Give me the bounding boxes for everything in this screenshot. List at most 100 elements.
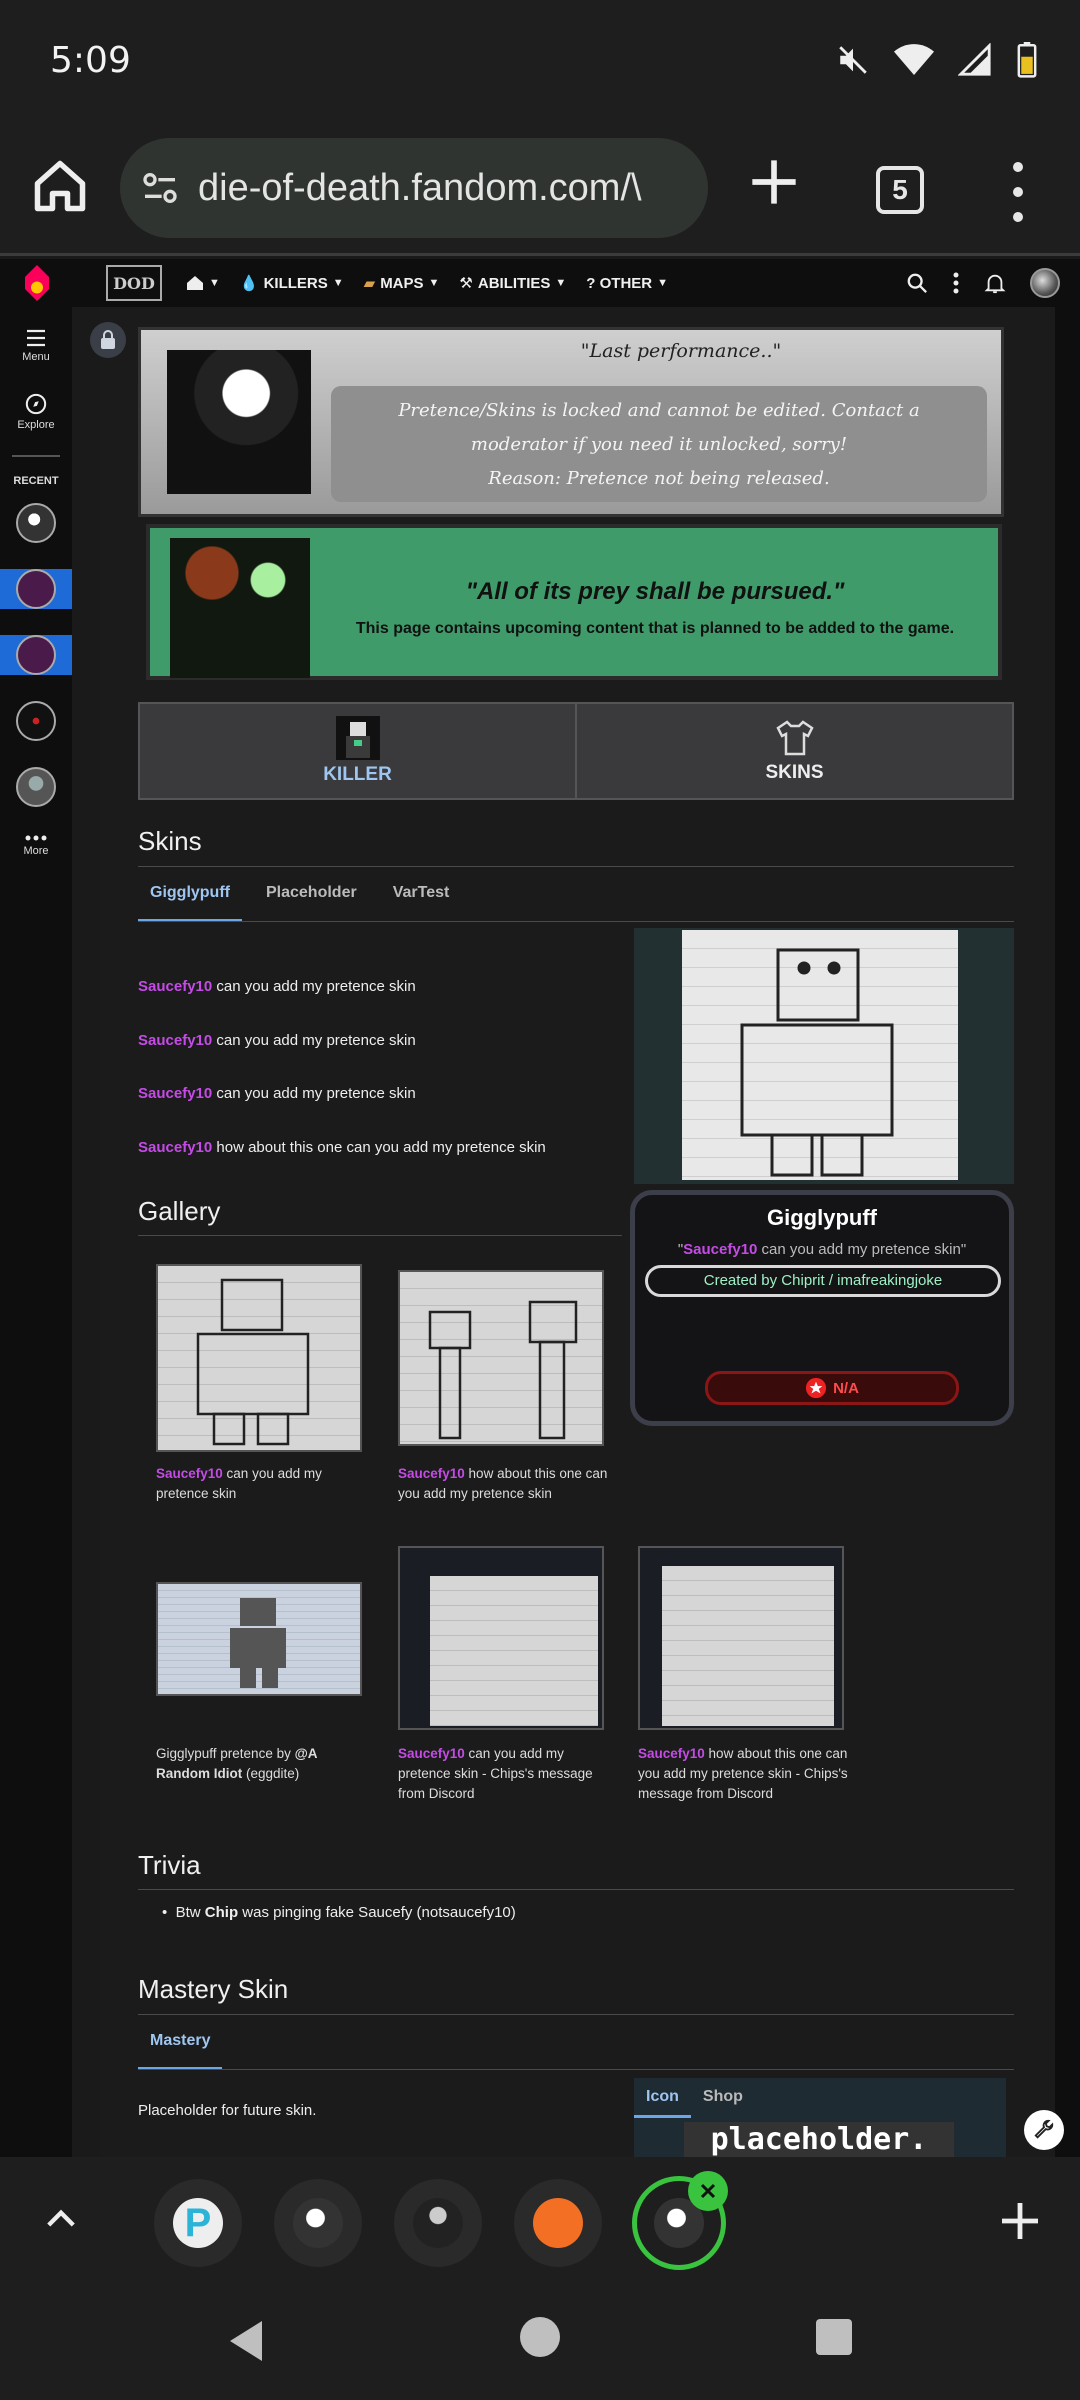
- blood-drop-icon: 💧: [239, 275, 259, 292]
- browser-toolbar: die-of-death.fandom.com/\ 5: [0, 126, 1080, 256]
- hammer-icon: ⚒: [459, 275, 473, 292]
- rail-menu[interactable]: Menu: [0, 329, 72, 363]
- new-tab-icon[interactable]: [748, 156, 800, 208]
- site-favicon-icon: [293, 2198, 343, 2248]
- recent-wiki-avatar[interactable]: [16, 701, 56, 741]
- user-link[interactable]: Saucefy10: [156, 1466, 223, 1481]
- skin-drawing: [682, 930, 958, 1180]
- home-button[interactable]: [520, 2317, 560, 2357]
- skins-subtabs: Gigglypuff Placeholder VarTest: [138, 876, 461, 922]
- gallery-caption: Saucefy10 can you add my pretence skin: [156, 1466, 322, 1501]
- back-icon[interactable]: [226, 2319, 266, 2363]
- fandom-logo-icon[interactable]: [22, 265, 52, 301]
- browser-menu-icon[interactable]: [1006, 162, 1030, 222]
- skin-infobox-image[interactable]: [634, 928, 1014, 1184]
- gallery-image[interactable]: [398, 1270, 604, 1446]
- user-link[interactable]: Saucefy10: [138, 978, 212, 995]
- locked-page-notice: "Last performance.." Pretence/Skins is l…: [138, 327, 1004, 517]
- lock-icon: [101, 330, 115, 349]
- recent-wiki-avatar[interactable]: [16, 569, 56, 609]
- recent-wiki-avatar[interactable]: [16, 635, 56, 675]
- nav-maps[interactable]: ▰ MAPS ▼: [364, 274, 440, 293]
- home-icon[interactable]: [30, 156, 90, 216]
- infobox-rating: N/A: [705, 1371, 959, 1405]
- tab-killer[interactable]: KILLER: [140, 704, 575, 798]
- rail-more[interactable]: More: [0, 835, 72, 857]
- gallery-caption: Gigglypuff pretence by @A Random Idiot (…: [156, 1746, 318, 1781]
- heading-divider: [138, 2014, 1014, 2015]
- clock: 5:09: [50, 40, 131, 81]
- tab-switcher-button[interactable]: 5: [876, 166, 924, 214]
- user-link[interactable]: Saucefy10: [398, 1746, 465, 1761]
- page-lock-button[interactable]: [90, 322, 126, 358]
- mastery-placeholder-text: Placeholder for future skin.: [138, 2102, 317, 2119]
- nav-killers[interactable]: 💧 KILLERS ▼: [239, 274, 344, 293]
- subtabs-divider: [138, 2069, 1014, 2070]
- tab-skins[interactable]: SKINS: [575, 704, 1012, 798]
- gallery-image[interactable]: [156, 1582, 362, 1696]
- wrench-icon: [1034, 2119, 1054, 2139]
- user-link[interactable]: Saucefy10: [398, 1466, 465, 1481]
- page-tools-button[interactable]: [1024, 2110, 1064, 2150]
- subtab-mastery[interactable]: Mastery: [138, 2024, 223, 2070]
- gallery-image-discord[interactable]: [398, 1546, 604, 1730]
- user-link[interactable]: Saucefy10: [683, 1241, 757, 1258]
- recent-wiki-avatar[interactable]: [16, 503, 56, 543]
- user-avatar[interactable]: [1030, 268, 1060, 298]
- rail-recent-label: RECENT: [13, 475, 59, 487]
- heading-divider: [138, 866, 1014, 867]
- address-bar[interactable]: die-of-death.fandom.com/\: [120, 138, 708, 238]
- search-icon[interactable]: [906, 272, 928, 294]
- mastery-infobox: Icon Shop placeholder.: [634, 2078, 1006, 2158]
- infobox-title: Gigglypuff: [767, 1205, 877, 1230]
- trivia-heading: Trivia: [138, 1850, 201, 1880]
- rail-divider: [12, 455, 60, 457]
- notifications-bell-icon[interactable]: [984, 271, 1006, 295]
- star-badge-icon: [805, 1377, 827, 1399]
- tab-thumb[interactable]: [514, 2179, 602, 2267]
- hamburger-icon: [27, 329, 45, 347]
- recents-button[interactable]: [816, 2319, 852, 2355]
- system-nav-bar: [0, 2283, 1080, 2400]
- chevron-up-icon[interactable]: [40, 2197, 82, 2239]
- subtab-gigglypuff[interactable]: Gigglypuff: [138, 876, 242, 922]
- tab-thumb[interactable]: P: [154, 2179, 242, 2267]
- subtab-placeholder[interactable]: Placeholder: [254, 876, 369, 922]
- upcoming-content-notice: "All of its prey shall be pursued." This…: [146, 524, 1002, 680]
- tab-thumb[interactable]: [274, 2179, 362, 2267]
- mastery-heading: Mastery Skin: [138, 1974, 289, 2004]
- user-link[interactable]: Saucefy10: [638, 1746, 705, 1761]
- placeholder-banner: placeholder.: [684, 2122, 954, 2158]
- subtab-vartest[interactable]: VarTest: [381, 876, 462, 922]
- wifi-icon: [894, 44, 934, 75]
- tab-icon[interactable]: Icon: [634, 2078, 691, 2118]
- url-text: die-of-death.fandom.com/\: [198, 166, 642, 209]
- rail-explore[interactable]: Explore: [0, 393, 72, 431]
- close-tab-icon[interactable]: [688, 2171, 728, 2211]
- more-dots-icon: [25, 835, 47, 841]
- nav-home-dropdown[interactable]: ▼: [186, 275, 220, 291]
- user-link[interactable]: Saucefy10: [138, 1085, 212, 1102]
- notice-lock-message: Pretence/Skins is locked and cannot be e…: [331, 386, 987, 502]
- nav-other[interactable]: ? OTHER ▼: [586, 275, 668, 292]
- wiki-logo[interactable]: DOD: [106, 265, 162, 301]
- fandom-top-nav: DOD ▼ 💧 KILLERS ▼ ▰ MAPS ▼ ⚒ ABILITIES ▼ ? OTH…: [0, 259, 1080, 307]
- add-tab-icon[interactable]: [996, 2197, 1044, 2245]
- skins-heading: Skins: [138, 826, 202, 856]
- site-settings-icon[interactable]: [140, 168, 180, 208]
- home-menu-icon: [187, 276, 203, 290]
- subtabs-divider: [138, 921, 1014, 922]
- mastery-subtabs: Mastery: [138, 2024, 223, 2070]
- user-link[interactable]: Saucefy10: [138, 1032, 212, 1049]
- more-options-icon[interactable]: [952, 272, 960, 294]
- gallery-image[interactable]: [156, 1264, 362, 1452]
- site-favicon-icon: [413, 2198, 463, 2248]
- gallery-image-discord[interactable]: [638, 1546, 844, 1730]
- user-link[interactable]: Saucefy10: [138, 1139, 212, 1156]
- tab-thumb[interactable]: [394, 2179, 482, 2267]
- gallery-heading: Gallery: [138, 1196, 221, 1226]
- pinterest-style-icon: P: [173, 2198, 223, 2248]
- tab-shop[interactable]: Shop: [691, 2078, 755, 2118]
- recent-wiki-avatar[interactable]: [16, 767, 56, 807]
- nav-abilities[interactable]: ⚒ ABILITIES ▼: [459, 274, 566, 293]
